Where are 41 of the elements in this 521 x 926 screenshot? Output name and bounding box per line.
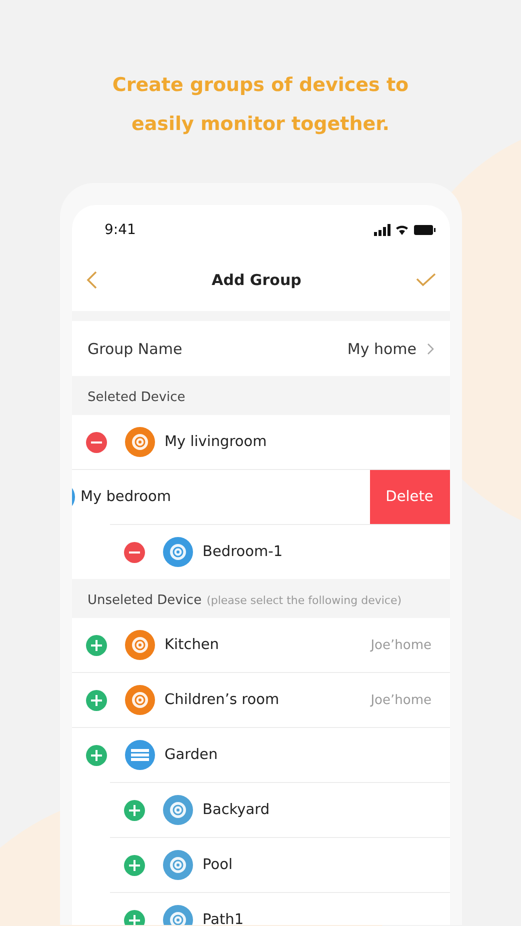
section-hint: (please select the following device) <box>206 594 402 607</box>
device-name: Bedroom-1 <box>202 544 284 560</box>
group-name-label: Group Name <box>88 340 184 358</box>
chevron-icon <box>426 342 434 354</box>
home-label: Joe’home <box>370 638 432 652</box>
add-icon[interactable] <box>124 800 144 820</box>
remove-icon[interactable] <box>86 432 106 452</box>
add-icon[interactable] <box>86 634 106 656</box>
device-icon <box>162 850 192 880</box>
wifi-icon <box>396 226 408 235</box>
device-name: Pool <box>202 857 234 873</box>
confirm-icon[interactable] <box>416 273 436 287</box>
add-icon[interactable] <box>124 854 144 876</box>
device-icon <box>124 630 154 660</box>
device-name: Backyard <box>202 802 271 818</box>
add-icon[interactable] <box>124 910 144 925</box>
group-icon <box>124 740 154 770</box>
device-name: My bedroom <box>80 489 172 505</box>
headline: Create groups of devices to easily monitor together. <box>111 73 410 137</box>
remove-icon[interactable] <box>124 542 144 562</box>
battery-icon <box>414 225 435 235</box>
device-icon <box>162 537 192 567</box>
signal-icon <box>374 224 390 236</box>
add-icon[interactable] <box>86 744 106 766</box>
section-title: Seleted Device <box>88 390 186 405</box>
device-name: Children’s room <box>164 692 280 708</box>
device-name: Garden <box>164 747 219 763</box>
device-icon <box>124 685 154 715</box>
screen-title: Add Group <box>212 271 302 289</box>
group-name-row[interactable]: Group Name My home <box>72 321 450 376</box>
add-icon[interactable] <box>86 690 106 710</box>
device-name: Path1 <box>202 912 245 925</box>
back-icon[interactable] <box>86 270 98 290</box>
group-name-value: My home <box>347 340 416 358</box>
section-title: Unseleted Device <box>88 593 202 608</box>
home-label: Joe’home <box>370 692 432 708</box>
device-icon <box>162 795 192 825</box>
status-time: 9:41 <box>104 222 136 238</box>
device-icon <box>124 427 154 457</box>
device-name: My livingroom <box>164 434 268 450</box>
device-name: Kitchen <box>164 637 220 653</box>
